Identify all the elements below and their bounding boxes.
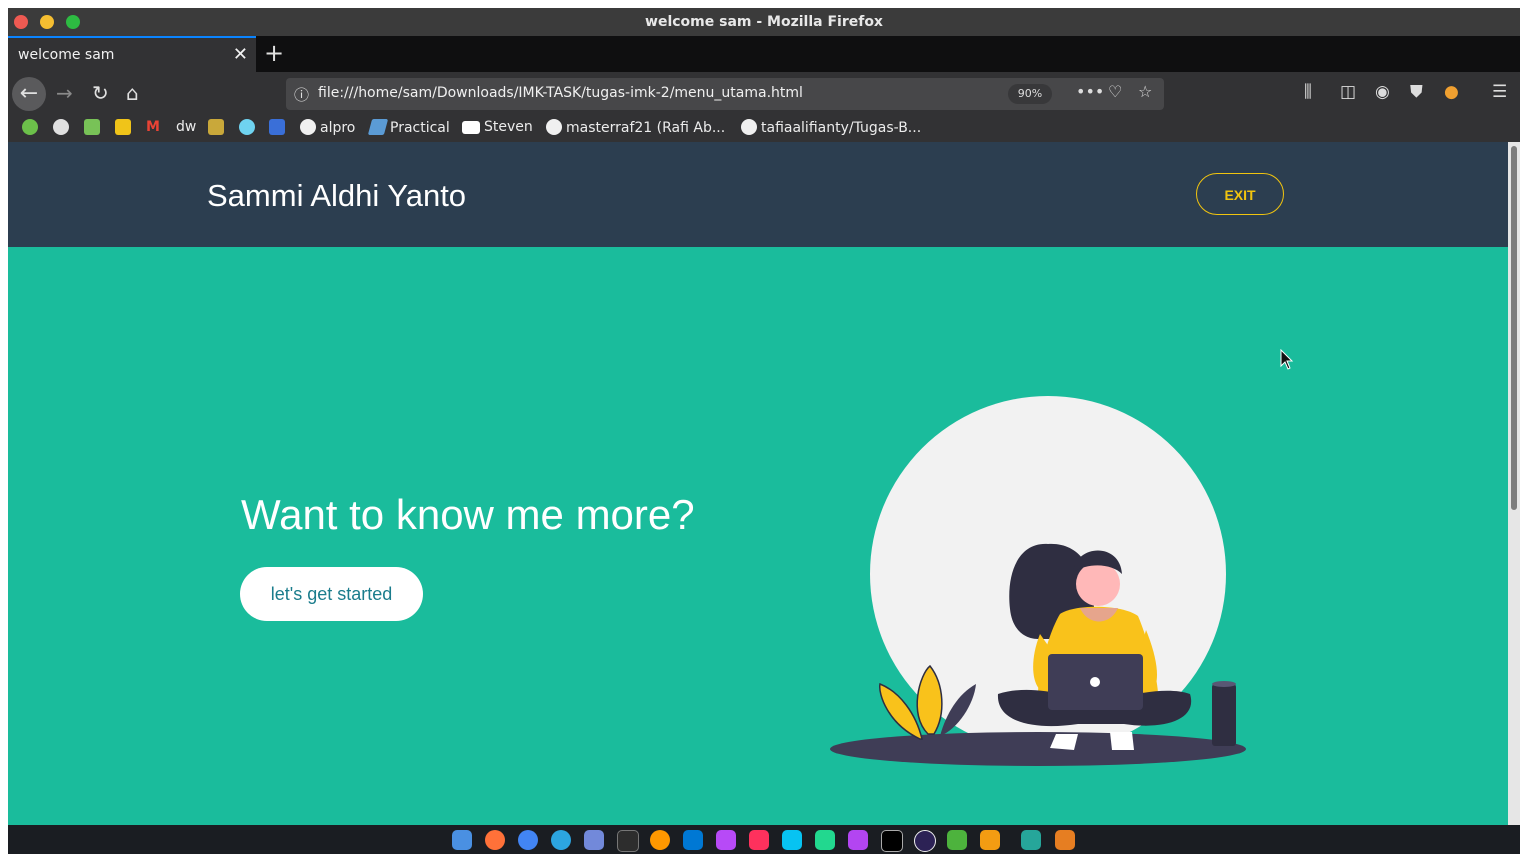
zoom-indicator[interactable]: 90% [1008,84,1052,104]
leaf-icon[interactable] [22,119,38,135]
tab-welcome-sam[interactable]: welcome sam ✕ [8,36,256,72]
web-page: Sammi Aldhi Yanto EXIT Want to know me m… [8,142,1508,825]
site-info-icon[interactable]: ⓘ [294,84,309,105]
intellij-icon[interactable] [749,830,769,850]
bookmarks-toolbar: M dw alpro Practical Steven masterraf21 … [8,116,1520,142]
github-icon [300,119,316,135]
bookmark-tafiaalifianty[interactable]: tafiaalifianty/Tugas-B... [741,119,921,136]
discord-icon[interactable] [584,830,604,850]
telegram-icon[interactable] [551,830,571,850]
dev-icon [462,121,480,134]
bookmark-practical[interactable]: Practical [367,119,450,136]
window-title: welcome sam - Mozilla Firefox [645,14,883,30]
finder-icon[interactable] [452,830,472,850]
files-icon[interactable] [1021,830,1041,850]
new-tab-button[interactable]: + [264,39,284,67]
page-scrollbar[interactable] [1508,142,1520,825]
url-bar[interactable]: ⓘ file:///home/sam/Downloads/IMK-TASK/tu… [286,78,1164,110]
page-actions-icon[interactable]: ••• [1076,82,1104,101]
url-text[interactable]: file:///home/sam/Downloads/IMK-TASK/tuga… [318,85,803,101]
mongodb-icon[interactable] [947,830,967,850]
gmail-icon[interactable]: M [146,119,160,135]
shield-extension-icon[interactable]: ⛊ [1410,82,1423,102]
editor-icon[interactable] [1055,830,1075,850]
infinity-icon[interactable] [269,119,285,135]
desktop-dock [8,825,1520,854]
sublime-icon[interactable] [650,830,670,850]
webstorm-icon[interactable] [782,830,802,850]
sidebar-icon[interactable]: ◫ [1340,82,1356,102]
hex-icon[interactable] [239,119,255,135]
navigation-toolbar: ← → ↻ ⌂ ⓘ file:///home/sam/Downloads/IMK… [8,72,1520,116]
github-icon[interactable] [53,119,69,135]
window-titlebar: welcome sam - Mozilla Firefox [8,8,1520,36]
bookmark-star-icon[interactable]: ☆ [1138,82,1152,101]
tab-strip: welcome sam ✕ + [8,36,1520,72]
get-started-button[interactable]: let's get started [240,567,423,621]
account-icon[interactable]: ◉ [1375,82,1390,102]
eclipse-icon[interactable] [914,830,936,852]
reload-button[interactable]: ↻ [92,81,109,105]
scrollbar-thumb[interactable] [1511,146,1517,510]
dw-icon[interactable]: dw [176,119,196,135]
back-button[interactable]: ← [12,77,46,111]
home-button[interactable]: ⌂ [126,81,139,105]
library-icon[interactable]: ⫼ [1304,82,1312,102]
bookmark-masterraf21[interactable]: masterraf21 (Rafi Ab... [546,119,725,136]
postman-icon[interactable] [980,830,1000,850]
question-icon[interactable] [208,119,224,135]
feather-icon [367,119,389,135]
pocket-icon[interactable]: ♡ [1108,82,1122,101]
close-tab-icon[interactable]: ✕ [233,44,248,65]
android-icon[interactable] [84,119,100,135]
extension-icon[interactable]: ● [1444,82,1459,102]
site-brand[interactable]: Sammi Aldhi Yanto [207,178,466,214]
vscode-icon[interactable] [683,830,703,850]
phpstorm-icon[interactable] [848,830,868,850]
tab-label: welcome sam [18,47,115,63]
woman-with-laptop-illustration [830,396,1246,766]
jetbrains-toolbox-icon[interactable] [881,830,903,852]
bookmark-steven[interactable]: Steven [462,119,533,135]
github-icon [546,119,562,135]
hamburger-menu-icon[interactable]: ☰ [1492,82,1507,102]
mouse-cursor-icon [1280,349,1294,370]
hero-heading: Want to know me more? [241,491,695,538]
bookmark-alpro[interactable]: alpro [300,119,355,136]
firefox-icon[interactable] [485,830,505,850]
github-icon [741,119,757,135]
site-header: Sammi Aldhi Yanto EXIT [8,142,1508,247]
datagrip-icon[interactable] [815,830,835,850]
chromium-icon[interactable] [518,830,538,850]
exit-button[interactable]: EXIT [1196,173,1284,215]
forward-button[interactable]: → [56,81,73,105]
goland-icon[interactable] [716,830,736,850]
image-icon[interactable] [115,119,131,135]
terminal-icon[interactable] [617,830,639,852]
